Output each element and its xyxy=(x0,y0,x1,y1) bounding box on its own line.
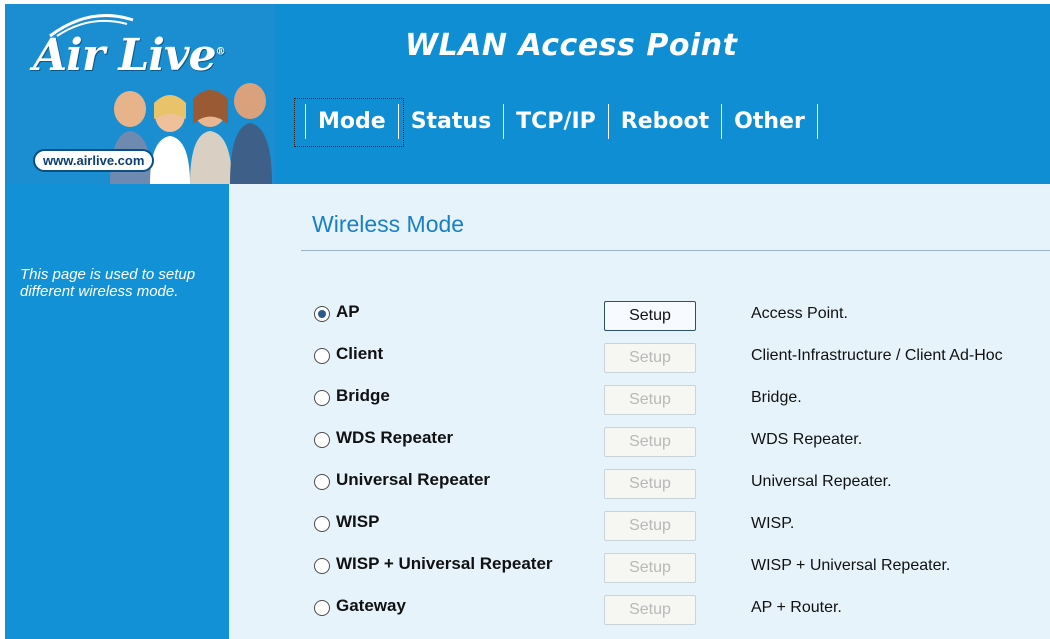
mode-row-ap: AP Setup Access Point. xyxy=(314,301,1050,332)
mode-desc: Access Point. xyxy=(751,305,848,322)
top-nav: Mode Status TCP/IP Reboot Other xyxy=(294,98,818,147)
radio-ap[interactable] xyxy=(314,306,330,322)
mode-label: WDS Repeater xyxy=(336,428,454,447)
mode-row-wds-repeater: WDS Repeater Setup WDS Repeater. xyxy=(314,427,1050,458)
main-content: Wireless Mode AP Setup Access Point. Cli… xyxy=(229,184,1050,639)
mode-desc: WDS Repeater. xyxy=(751,431,863,448)
radio-wisp-universal-repeater[interactable] xyxy=(314,558,330,574)
setup-button-client[interactable]: Setup xyxy=(604,343,696,373)
website-link[interactable]: www.airlive.com xyxy=(33,149,155,172)
mode-desc: Universal Repeater. xyxy=(751,473,892,490)
nav-reboot[interactable]: Reboot xyxy=(607,104,721,139)
mode-row-universal-repeater: Universal Repeater Setup Universal Repea… xyxy=(314,469,1050,500)
brand-logo: Air Live® www.airlive.com xyxy=(5,4,275,184)
mode-label: Gateway xyxy=(336,596,406,615)
page-header-title: WLAN Access Point xyxy=(405,28,738,63)
radio-client[interactable] xyxy=(314,348,330,364)
mode-label: AP xyxy=(336,302,360,321)
mode-row-wisp: WISP Setup WISP. xyxy=(314,511,1050,542)
logo-text: Air Live® xyxy=(33,30,226,81)
sidebar-help-text: This page is used to setup different wir… xyxy=(20,266,196,300)
radio-universal-repeater[interactable] xyxy=(314,474,330,490)
mode-row-bridge: Bridge Setup Bridge. xyxy=(314,385,1050,416)
mode-label: Bridge xyxy=(336,386,390,405)
radio-gateway[interactable] xyxy=(314,600,330,616)
setup-button-wds-repeater[interactable]: Setup xyxy=(604,427,696,457)
mode-row-wisp-universal-repeater: WISP + Universal Repeater Setup WISP + U… xyxy=(314,553,1050,584)
mode-row-gateway: Gateway Setup AP + Router. xyxy=(314,595,1050,626)
nav-tcpip[interactable]: TCP/IP xyxy=(503,104,608,139)
mode-desc: WISP + Universal Repeater. xyxy=(751,557,951,574)
setup-button-wisp[interactable]: Setup xyxy=(604,511,696,541)
radio-wds-repeater[interactable] xyxy=(314,432,330,448)
mode-label: Universal Repeater xyxy=(336,470,491,489)
mode-label: WISP + Universal Repeater xyxy=(336,554,553,573)
mode-label: WISP xyxy=(336,512,380,531)
section-title: Wireless Mode xyxy=(312,211,465,237)
mode-desc: Bridge. xyxy=(751,389,802,406)
nav-mode[interactable]: Mode xyxy=(294,98,404,147)
setup-button-gateway[interactable]: Setup xyxy=(604,595,696,625)
nav-other[interactable]: Other xyxy=(721,104,818,139)
mode-row-client: Client Setup Client-Infrastructure / Cli… xyxy=(314,343,1050,374)
setup-button-universal-repeater[interactable]: Setup xyxy=(604,469,696,499)
setup-button-wisp-universal-repeater[interactable]: Setup xyxy=(604,553,696,583)
nav-status[interactable]: Status xyxy=(397,104,503,139)
radio-wisp[interactable] xyxy=(314,516,330,532)
title-divider xyxy=(301,250,1050,251)
sidebar: This page is used to setup different wir… xyxy=(5,184,229,639)
mode-label: Client xyxy=(336,344,384,363)
radio-bridge[interactable] xyxy=(314,390,330,406)
setup-button-ap[interactable]: Setup xyxy=(604,301,696,331)
page: WLAN Access Point Mode Status TCP/IP Reb… xyxy=(0,0,1050,639)
mode-desc: AP + Router. xyxy=(751,599,842,616)
setup-button-bridge[interactable]: Setup xyxy=(604,385,696,415)
mode-desc: WISP. xyxy=(751,515,795,532)
mode-desc: Client-Infrastructure / Client Ad-Hoc xyxy=(751,347,1003,364)
